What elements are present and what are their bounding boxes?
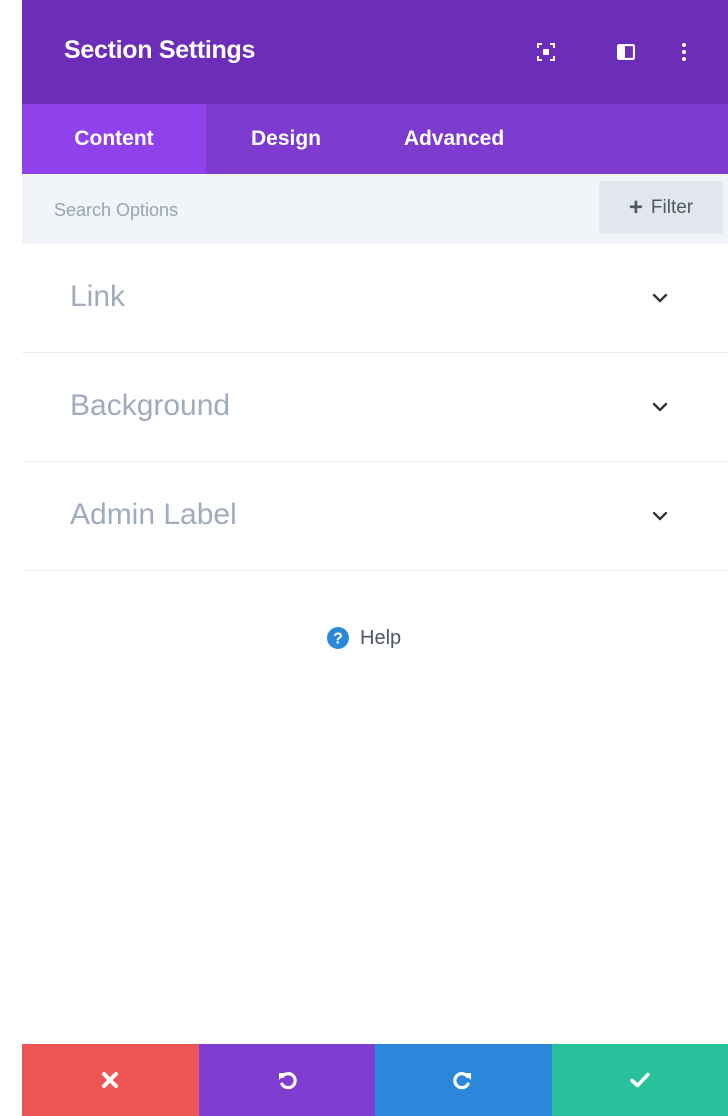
discard-button[interactable]: [22, 1044, 199, 1116]
close-icon: [102, 1072, 119, 1088]
search-input[interactable]: [52, 192, 596, 228]
toggle-admin-label[interactable]: Admin Label: [22, 462, 728, 571]
help-link[interactable]: ? Help: [326, 626, 401, 650]
tab-design[interactable]: Design: [206, 104, 366, 174]
expand-icon[interactable]: [534, 40, 558, 64]
chevron-down-icon: [652, 511, 668, 521]
plus-icon: +: [628, 193, 643, 221]
chevron-down-icon: [652, 293, 668, 303]
split-view-icon[interactable]: [614, 40, 638, 64]
tab-advanced[interactable]: Advanced: [366, 104, 542, 174]
help-label: Help: [360, 626, 402, 649]
redo-button[interactable]: [375, 1044, 552, 1116]
question-circle-icon: ?: [327, 627, 349, 649]
tab-content[interactable]: Content: [22, 104, 206, 174]
toggle-background[interactable]: Background: [22, 353, 728, 462]
modal-title: Section Settings: [64, 36, 256, 64]
svg-text:?: ?: [333, 631, 343, 648]
action-bar: [22, 1044, 728, 1116]
chevron-down-icon: [652, 402, 668, 412]
settings-modal: Section Settings Content Design Advanced: [22, 0, 728, 1116]
undo-button[interactable]: [198, 1044, 375, 1116]
filter-button[interactable]: + Filter: [599, 181, 723, 234]
redo-icon: [453, 1072, 472, 1090]
modal-header[interactable]: Section Settings: [22, 0, 728, 104]
toggle-label: Admin Label: [70, 498, 237, 531]
save-button[interactable]: [551, 1044, 728, 1116]
more-options-icon[interactable]: [672, 40, 696, 64]
tab-bar: Content Design Advanced: [22, 104, 728, 174]
undo-icon: [278, 1072, 297, 1090]
toggle-label: Link: [70, 280, 126, 313]
filter-label: Filter: [650, 196, 694, 218]
toggle-link[interactable]: Link: [22, 244, 728, 353]
toggle-label: Background: [70, 389, 231, 422]
check-icon: [629, 1072, 650, 1088]
